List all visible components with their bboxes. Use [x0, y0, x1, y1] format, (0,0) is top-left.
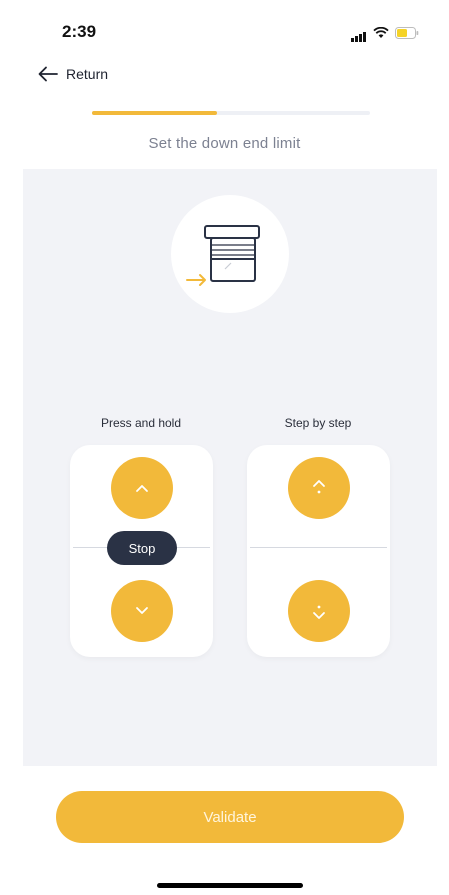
press-hold-label: Press and hold	[100, 416, 182, 430]
stop-button[interactable]: Stop	[107, 531, 177, 565]
chevron-up-icon	[136, 485, 148, 492]
validate-label: Validate	[203, 808, 257, 826]
step-up-button[interactable]	[288, 457, 350, 519]
status-icons	[351, 24, 419, 42]
press-hold-up-button[interactable]	[111, 457, 173, 519]
validate-button[interactable]: Validate	[56, 791, 404, 843]
roller-shutter-icon	[186, 225, 260, 286]
progress-bar	[92, 111, 370, 115]
step-by-step-divider	[250, 547, 387, 548]
progress-fill	[92, 111, 218, 115]
back-button[interactable]: Return	[38, 66, 108, 82]
battery-icon	[395, 27, 419, 39]
step-title: Set the down end limit	[148, 135, 301, 152]
stop-label: Stop	[128, 540, 156, 556]
chevron-down-icon	[136, 607, 148, 614]
step-up-icon	[313, 480, 325, 494]
illustration-container	[171, 195, 289, 313]
cellular-signal-icon	[351, 24, 367, 42]
arrow-left-icon	[38, 66, 58, 82]
back-label: Return	[66, 66, 109, 82]
step-down-icon	[313, 605, 325, 619]
step-by-step-label: Step by step	[284, 416, 352, 430]
home-indicator	[157, 883, 303, 888]
press-hold-down-button[interactable]	[111, 580, 173, 642]
wifi-icon	[373, 27, 389, 38]
step-down-button[interactable]	[288, 580, 350, 642]
status-time: 2:39	[62, 22, 97, 41]
